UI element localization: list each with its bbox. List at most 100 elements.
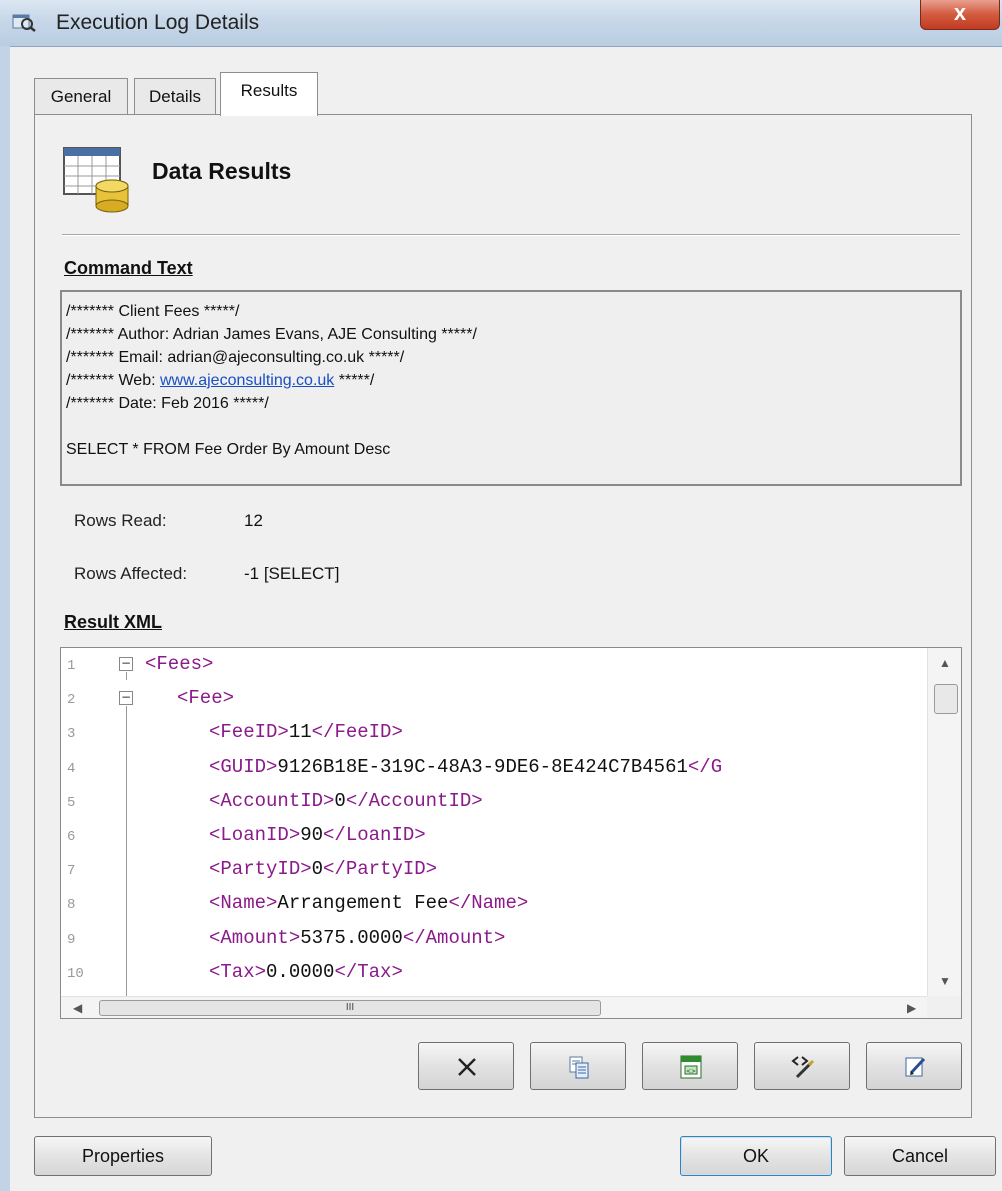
fold-guide bbox=[126, 672, 127, 680]
xml-tag: <GUID> bbox=[209, 755, 278, 778]
format-xml-button[interactable] bbox=[754, 1042, 850, 1090]
window-title: Execution Log Details bbox=[56, 11, 260, 34]
xml-tag: </G bbox=[687, 755, 723, 778]
properties-button[interactable]: Properties bbox=[34, 1136, 212, 1176]
xml-value: 9126B18E-319C-48A3-9DE6-8E424C7B4561 bbox=[277, 755, 688, 778]
xml-value: 0 bbox=[334, 789, 346, 812]
line-number: 9 bbox=[67, 931, 76, 948]
xml-line: <Name>Arrangement Fee</Name> bbox=[209, 892, 528, 914]
line-number: 1 bbox=[67, 658, 76, 674]
line-number: 8 bbox=[67, 897, 76, 914]
scroll-up-icon[interactable]: ▲ bbox=[939, 656, 951, 670]
command-text-segment: /******* Email: adrian@ajeconsulting.co.… bbox=[66, 349, 405, 366]
clear-button[interactable] bbox=[418, 1042, 514, 1090]
rows-affected-label: Rows Affected: bbox=[74, 564, 188, 583]
xml-tag: </LoanID> bbox=[323, 824, 426, 846]
xml-value: Arrangement Fee bbox=[277, 892, 449, 915]
result-xml-viewer[interactable]: − − ▲ ▼ ◀ III ▶ 1 2 3 4 5 6 7 8 9 10 <Fees> <Fee> <F… bbox=[60, 647, 962, 1019]
tab-general[interactable]: General bbox=[34, 78, 128, 114]
rows-read-label: Rows Read: bbox=[74, 511, 167, 530]
copy-icon bbox=[569, 1056, 589, 1079]
command-text-segment: *****/ bbox=[334, 372, 375, 389]
tab-results[interactable]: Results bbox=[220, 72, 318, 116]
command-text-segment: /******* Client Fees *****/ bbox=[66, 303, 240, 320]
vertical-scrollbar[interactable]: ▲ ▼ bbox=[927, 648, 961, 996]
rows-affected-value: -1 [SELECT] bbox=[244, 564, 340, 583]
command-text-segment: SELECT * FROM Fee Order By Amount Desc bbox=[66, 441, 391, 458]
close-button[interactable]: x bbox=[920, 0, 1000, 30]
line-number: 10 bbox=[67, 965, 84, 982]
xml-line: <GUID>9126B18E-319C-48A3-9DE6-8E424C7B45… bbox=[209, 756, 722, 778]
edit-button[interactable] bbox=[866, 1042, 962, 1090]
xml-value: 0.0000 bbox=[266, 960, 335, 983]
xml-line: <Fees> bbox=[145, 653, 213, 675]
edit-icon bbox=[905, 1057, 926, 1077]
cancel-button[interactable]: Cancel bbox=[844, 1136, 996, 1176]
xml-line: <LoanID>90</LoanID> bbox=[209, 824, 426, 846]
title-bar: Execution Log Details x bbox=[0, 0, 1002, 47]
rows-read-value: 12 bbox=[244, 511, 263, 530]
tab-label: Results bbox=[240, 81, 298, 100]
xml-tag: </FeeID> bbox=[311, 721, 403, 744]
xml-line: <Tax>0.0000</Tax> bbox=[209, 961, 403, 983]
clear-icon bbox=[458, 1058, 476, 1076]
section-title: Data Results bbox=[152, 158, 292, 184]
xml-tag: <Tax> bbox=[209, 960, 267, 983]
collapse-icon[interactable]: − bbox=[119, 691, 133, 705]
command-text-box[interactable]: /******* Client Fees *****/ /******* Auth… bbox=[60, 290, 962, 486]
line-number: 3 bbox=[67, 726, 76, 743]
scroll-left-icon[interactable]: ◀ bbox=[73, 1001, 82, 1015]
xml-tag: <AccountID> bbox=[209, 789, 335, 812]
xml-tag: <Name> bbox=[209, 892, 278, 915]
command-text-segment: /******* Web: bbox=[66, 372, 160, 389]
website-link[interactable]: www.ajeconsulting.co.uk bbox=[160, 372, 334, 389]
xml-tag: <PartyID> bbox=[209, 858, 312, 881]
command-text-line: /******* Email: adrian@ajeconsulting.co.… bbox=[66, 346, 960, 369]
xml-value: 90 bbox=[300, 824, 324, 846]
command-text-heading: Command Text bbox=[64, 258, 193, 278]
command-text-line: SELECT * FROM Fee Order By Amount Desc bbox=[66, 438, 960, 461]
collapse-icon[interactable]: − bbox=[119, 657, 133, 671]
line-number: 6 bbox=[67, 829, 76, 845]
xml-tag: </Name> bbox=[448, 892, 529, 915]
xml-value: 5375.0000 bbox=[300, 926, 403, 949]
tab-details[interactable]: Details bbox=[134, 78, 216, 114]
xml-tag: <LoanID> bbox=[209, 824, 301, 846]
xml-tag: <Fees> bbox=[145, 653, 214, 675]
vertical-scroll-thumb[interactable] bbox=[934, 684, 958, 714]
scroll-down-icon[interactable]: ▼ bbox=[939, 974, 951, 988]
xml-value: 11 bbox=[288, 721, 312, 744]
line-number: 5 bbox=[67, 794, 76, 811]
command-text-line: /******* Author: Adrian James Evans, AJE… bbox=[66, 323, 960, 346]
xml-tag: <FeeID> bbox=[209, 721, 289, 744]
scroll-right-icon[interactable]: ▶ bbox=[907, 1001, 916, 1015]
tab-label: Details bbox=[149, 87, 201, 106]
command-text-segment: /******* Author: Adrian James Evans, AJE… bbox=[66, 326, 477, 343]
export-xml-button[interactable]: <> bbox=[642, 1042, 738, 1090]
xml-tag: </AccountID> bbox=[345, 789, 483, 812]
result-xml-heading: Result XML bbox=[64, 612, 163, 632]
xml-line: <Amount>5375.0000</Amount> bbox=[209, 927, 505, 949]
line-number: 2 bbox=[67, 692, 76, 709]
xml-line: <FeeID>11</FeeID> bbox=[209, 721, 403, 743]
ok-button[interactable]: OK bbox=[680, 1136, 832, 1176]
line-number: 4 bbox=[67, 760, 76, 777]
database-table-icon bbox=[63, 147, 129, 213]
command-text-line bbox=[66, 415, 960, 438]
xml-value: 0 bbox=[311, 858, 324, 881]
command-text-line: /******* Date: Feb 2016 *****/ bbox=[66, 392, 960, 415]
horizontal-scroll-thumb[interactable]: III bbox=[99, 1000, 601, 1016]
command-text-line: /******* Web: www.ajeconsulting.co.uk **… bbox=[66, 369, 960, 392]
svg-text:<>: <> bbox=[686, 1068, 696, 1075]
line-number: 7 bbox=[67, 863, 76, 880]
export-xml-icon: <> bbox=[680, 1055, 702, 1079]
xml-tag: <Fee> bbox=[177, 687, 235, 710]
scrollbar-corner bbox=[927, 996, 961, 1018]
horizontal-scrollbar[interactable]: ◀ III ▶ bbox=[61, 996, 927, 1018]
fold-guide bbox=[126, 706, 127, 996]
divider bbox=[62, 234, 960, 236]
command-text-line: /******* Client Fees *****/ bbox=[66, 300, 960, 323]
window-frame-left bbox=[0, 46, 10, 1191]
copy-button[interactable] bbox=[530, 1042, 626, 1090]
xml-tag: </Amount> bbox=[402, 926, 506, 949]
